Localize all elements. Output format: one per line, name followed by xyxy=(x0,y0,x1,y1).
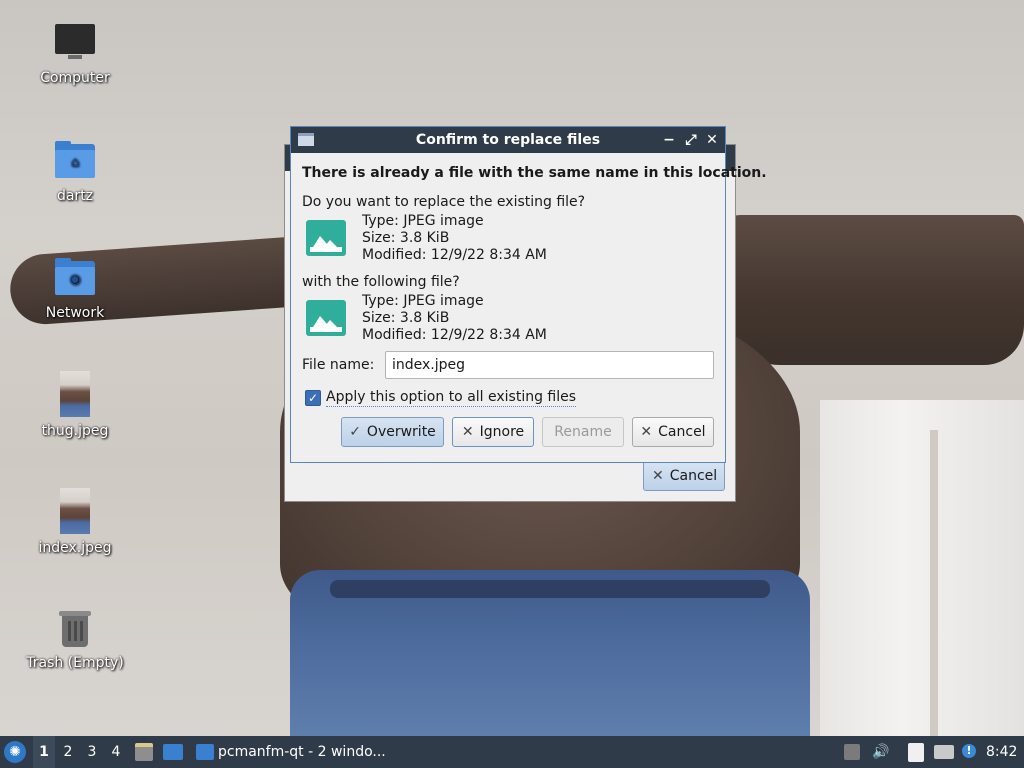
cancel-label: Cancel xyxy=(658,424,706,440)
monitor-icon xyxy=(54,22,96,64)
close-icon: ✕ xyxy=(640,424,653,440)
image-file-icon xyxy=(306,220,346,256)
ignore-label: Ignore xyxy=(479,424,525,440)
wallpaper-waistband xyxy=(330,580,770,598)
desktop-icon-label: Trash (Empty) xyxy=(26,655,124,671)
show-desktop-icon[interactable] xyxy=(163,744,183,760)
new-file-modified: Modified: 12/9/22 8:34 AM xyxy=(362,327,547,343)
rename-button[interactable]: Rename xyxy=(542,417,624,447)
replace-question: Do you want to replace the existing file… xyxy=(302,194,586,210)
trash-icon xyxy=(54,607,96,649)
workspace-1[interactable]: 1 xyxy=(33,736,55,768)
overwrite-label: Overwrite xyxy=(366,424,436,440)
dialog-headline: There is already a file with the same na… xyxy=(302,165,767,181)
task-button-pcmanfm[interactable]: pcmanfm-qt - 2 windo... xyxy=(192,736,392,768)
dialog-button-row: ✓ Overwrite ✕ Ignore Rename ✕ Cancel xyxy=(302,413,714,449)
filename-row: File name: xyxy=(302,349,714,383)
workspace-4[interactable]: 4 xyxy=(105,736,127,768)
network-folder-icon: ◉ xyxy=(54,257,96,299)
existing-file-info: Type: JPEG image Size: 3.8 KiB Modified:… xyxy=(302,211,714,265)
desktop-icon-label: thug.jpeg xyxy=(41,423,109,439)
filename-label: File name: xyxy=(302,357,375,373)
maximize-button[interactable]: ⤢ xyxy=(681,127,701,153)
existing-file-size: Size: 3.8 KiB xyxy=(362,230,450,246)
cancel-button[interactable]: ✕ Cancel xyxy=(632,417,714,447)
wallpaper-wall xyxy=(820,400,1024,736)
new-file-size: Size: 3.8 KiB xyxy=(362,310,450,326)
checkmark-icon: ✓ xyxy=(349,424,361,440)
wallpaper-arm-right xyxy=(720,215,1024,365)
background-cancel-button[interactable]: ✕ Cancel xyxy=(643,461,725,491)
dialog-title: Confirm to replace files xyxy=(415,132,601,148)
desktop-icon-index-jpeg[interactable]: index.jpeg xyxy=(20,488,130,556)
overwrite-button[interactable]: ✓ Overwrite xyxy=(341,417,444,447)
folder-icon xyxy=(196,744,214,760)
clipboard-icon[interactable] xyxy=(908,743,924,762)
background-cancel-label: Cancel xyxy=(669,468,718,484)
image-thumbnail-icon xyxy=(60,488,90,534)
rename-label: Rename xyxy=(554,424,612,440)
desktop-icon-label: dartz xyxy=(56,188,94,204)
dialog-titlebar[interactable]: Confirm to replace files − ⤢ ✕ xyxy=(291,127,725,153)
tray-expand-icon[interactable] xyxy=(844,744,860,760)
image-file-icon xyxy=(306,300,346,336)
volume-icon[interactable]: 🔊 xyxy=(872,736,889,760)
window-icon xyxy=(298,133,314,146)
workspace-3[interactable]: 3 xyxy=(81,736,103,768)
desktop-icon-network[interactable]: ◉ Network xyxy=(20,257,130,321)
apply-all-checkbox[interactable]: ✓ xyxy=(305,390,321,406)
with-following-text: with the following file? xyxy=(302,274,460,290)
desktop-icon-label: index.jpeg xyxy=(38,540,112,556)
task-button-label: pcmanfm-qt - 2 windo... xyxy=(218,744,386,760)
minimize-button[interactable]: − xyxy=(659,127,679,153)
new-file-type: Type: JPEG image xyxy=(362,293,484,309)
start-menu-icon[interactable]: ✺ xyxy=(4,741,26,763)
filename-input[interactable] xyxy=(385,351,714,379)
desktop-icon-label: Network xyxy=(45,305,105,321)
desktop-icon-dartz[interactable]: ⌂ dartz xyxy=(20,140,130,204)
existing-file-type: Type: JPEG image xyxy=(362,213,484,229)
network-icon[interactable] xyxy=(934,745,954,759)
close-icon: ✕ xyxy=(652,468,664,484)
desktop-icon-label: Computer xyxy=(40,70,110,86)
taskbar: ✺ 1 2 3 4 pcmanfm-qt - 2 windo... 🔊 ! 8:… xyxy=(0,736,1024,768)
dialog-content: There is already a file with the same na… xyxy=(291,165,767,449)
desktop-icon-computer[interactable]: Computer xyxy=(20,22,130,86)
confirm-replace-dialog: Confirm to replace files − ⤢ ✕ There is … xyxy=(290,126,767,463)
existing-file-modified: Modified: 12/9/22 8:34 AM xyxy=(362,247,547,263)
image-thumbnail-icon xyxy=(60,371,90,417)
clock[interactable]: 8:42 xyxy=(986,736,1017,768)
update-notifier-icon[interactable]: ! xyxy=(962,744,976,758)
desktop-icon-trash[interactable]: Trash (Empty) xyxy=(20,607,130,671)
file-manager-launcher-icon[interactable] xyxy=(135,743,153,761)
close-icon: ✕ xyxy=(461,424,474,440)
ignore-button[interactable]: ✕ Ignore xyxy=(452,417,534,447)
apply-all-row[interactable]: ✓ Apply this option to all existing file… xyxy=(302,385,714,411)
apply-all-label[interactable]: Apply this option to all existing files xyxy=(326,389,577,407)
wallpaper-door-frame xyxy=(930,430,938,736)
new-file-info: Type: JPEG image Size: 3.8 KiB Modified:… xyxy=(302,291,714,345)
home-folder-icon: ⌂ xyxy=(54,140,96,182)
workspace-2[interactable]: 2 xyxy=(57,736,79,768)
close-button[interactable]: ✕ xyxy=(702,127,722,153)
desktop-icon-thug-jpeg[interactable]: thug.jpeg xyxy=(20,371,130,439)
